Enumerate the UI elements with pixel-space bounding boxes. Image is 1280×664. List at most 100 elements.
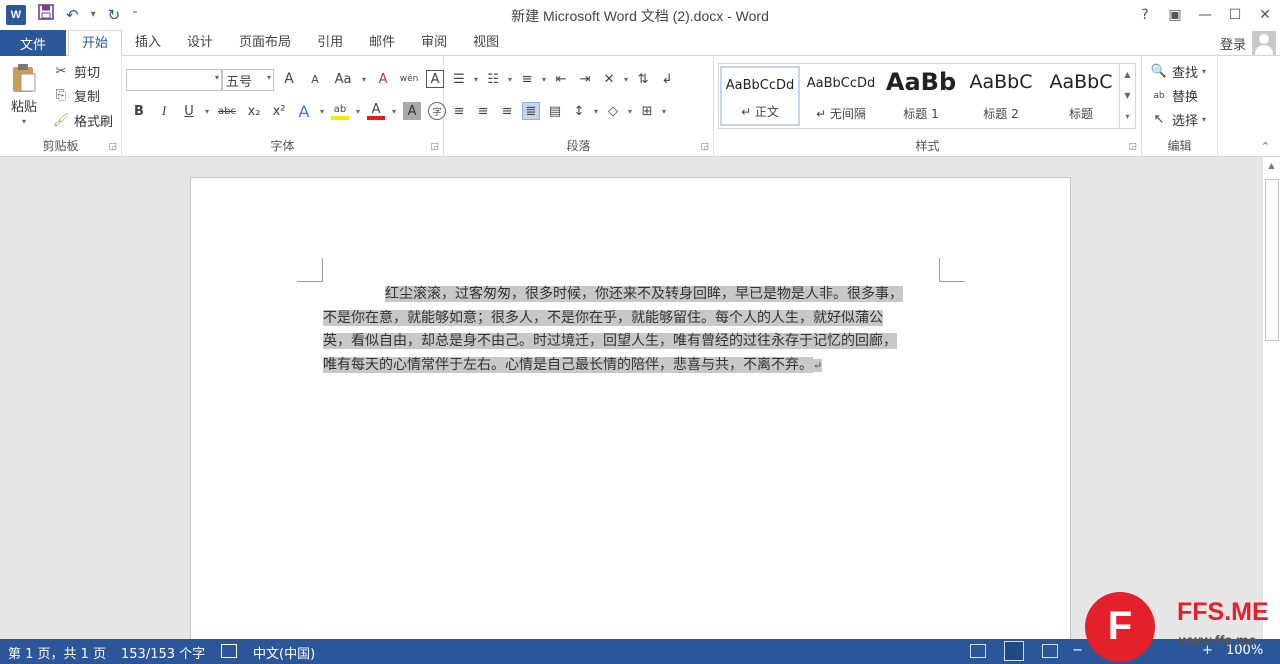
- cut-button[interactable]: ✂ 剪切: [52, 62, 100, 81]
- sort-icon[interactable]: ⇅: [634, 70, 652, 88]
- scroll-thumb[interactable]: [1265, 179, 1279, 341]
- word-count[interactable]: 153/153 个字: [121, 643, 205, 662]
- borders-icon[interactable]: ⊞: [638, 102, 656, 120]
- replace-button[interactable]: ab 替换: [1150, 86, 1198, 105]
- text-effects-dropdown-icon[interactable]: ▾: [320, 107, 324, 116]
- select-button[interactable]: ↖ 选择 ▾: [1150, 110, 1206, 129]
- tab-file[interactable]: 文件: [0, 30, 66, 56]
- sign-in-link[interactable]: 登录: [1220, 34, 1246, 53]
- tab-insert[interactable]: 插入: [122, 30, 174, 56]
- change-case-dropdown-icon[interactable]: ▾: [362, 75, 366, 84]
- distributed-icon[interactable]: ▤: [546, 102, 564, 120]
- style-heading-1[interactable]: AaBb 标题 1: [881, 66, 961, 126]
- highlight-icon[interactable]: ab: [331, 102, 350, 120]
- highlight-dropdown-icon[interactable]: ▾: [356, 107, 360, 116]
- show-marks-icon[interactable]: ↲: [658, 70, 676, 88]
- page-count[interactable]: 第 1 页，共 1 页: [8, 643, 106, 662]
- zoom-out-button[interactable]: −: [1072, 643, 1083, 658]
- web-layout-icon[interactable]: [1042, 644, 1058, 658]
- vertical-scrollbar[interactable]: ▲: [1262, 157, 1280, 639]
- tab-review[interactable]: 审阅: [408, 30, 460, 56]
- paste-button[interactable]: 粘贴 ▾: [10, 62, 38, 126]
- bullets-dropdown-icon[interactable]: ▾: [474, 75, 478, 84]
- style-normal[interactable]: AaBbCcDd ↵ 正文: [720, 66, 800, 126]
- document-body[interactable]: 红尘滚滚，过客匆匆，很多时候，你还来不及转身回眸，早已是物是人非。很多事， 不是…: [323, 283, 939, 377]
- underline-icon[interactable]: U: [180, 102, 198, 120]
- print-layout-icon[interactable]: [1004, 641, 1024, 661]
- find-dropdown-icon[interactable]: ▾: [1202, 67, 1206, 76]
- style-title[interactable]: AaBbC 标题: [1041, 66, 1121, 126]
- superscript-icon[interactable]: x²: [270, 102, 288, 120]
- read-mode-icon[interactable]: [970, 644, 986, 658]
- borders-dropdown-icon[interactable]: ▾: [662, 107, 666, 116]
- format-painter-button[interactable]: 🖌 格式刷: [52, 111, 113, 130]
- italic-icon[interactable]: I: [155, 102, 173, 120]
- align-right-icon[interactable]: ≡: [498, 102, 516, 120]
- tab-view[interactable]: 视图: [460, 30, 512, 56]
- tab-page-layout[interactable]: 页面布局: [226, 30, 304, 56]
- tab-references[interactable]: 引用: [304, 30, 356, 56]
- gallery-up-icon[interactable]: ▲: [1120, 64, 1135, 85]
- tab-design[interactable]: 设计: [174, 30, 226, 56]
- subscript-icon[interactable]: x₂: [245, 102, 263, 120]
- multilevel-dropdown-icon[interactable]: ▾: [542, 75, 546, 84]
- align-center-icon[interactable]: ≡: [474, 102, 492, 120]
- bold-icon[interactable]: B: [130, 102, 148, 120]
- font-color-icon[interactable]: A: [367, 102, 386, 120]
- find-button[interactable]: 🔍 查找 ▾: [1150, 62, 1206, 81]
- numbering-dropdown-icon[interactable]: ▾: [508, 75, 512, 84]
- tab-home[interactable]: 开始: [68, 30, 123, 57]
- shrink-font-icon[interactable]: A: [306, 70, 324, 88]
- align-left-icon[interactable]: ≡: [450, 102, 468, 120]
- gallery-down-icon[interactable]: ▼: [1120, 85, 1135, 106]
- font-name-combo[interactable]: ▾: [126, 69, 222, 91]
- font-size-combo[interactable]: 五号 ▾: [222, 69, 274, 91]
- numbering-icon[interactable]: ☷: [484, 70, 502, 88]
- font-color-dropdown-icon[interactable]: ▾: [392, 107, 396, 116]
- paragraph-launcher-icon[interactable]: ◲: [700, 142, 709, 152]
- shading-dropdown-icon[interactable]: ▾: [628, 107, 632, 116]
- avatar[interactable]: [1252, 31, 1276, 55]
- chinese-layout-icon[interactable]: ✕: [600, 70, 618, 88]
- minimize-button[interactable]: —: [1190, 0, 1220, 30]
- paste-dropdown-icon[interactable]: ▾: [22, 117, 26, 126]
- style-heading-2[interactable]: AaBbC 标题 2: [961, 66, 1041, 126]
- language[interactable]: 中文(中国): [253, 643, 315, 662]
- help-button[interactable]: ?: [1130, 0, 1160, 30]
- bullets-icon[interactable]: ☰: [450, 70, 468, 88]
- text-effects-icon[interactable]: A: [295, 102, 313, 121]
- font-launcher-icon[interactable]: ◲: [430, 142, 439, 152]
- font-size-dropdown-icon[interactable]: ▾: [267, 73, 271, 82]
- character-border-icon[interactable]: A: [426, 70, 445, 88]
- ribbon-display-options-icon[interactable]: ▣: [1160, 0, 1190, 30]
- phonetic-guide-icon[interactable]: wén: [400, 70, 419, 88]
- decrease-indent-icon[interactable]: ⇤: [552, 70, 570, 88]
- justify-icon[interactable]: ≣: [522, 102, 540, 120]
- tab-mailings[interactable]: 邮件: [356, 30, 408, 56]
- strikethrough-icon[interactable]: abc: [216, 102, 238, 120]
- proofing-icon[interactable]: [221, 644, 237, 658]
- chinese-layout-dropdown-icon[interactable]: ▾: [624, 75, 628, 84]
- line-spacing-icon[interactable]: ↕: [570, 102, 588, 120]
- gallery-more-icon[interactable]: ▾: [1120, 106, 1135, 127]
- font-name-dropdown-icon[interactable]: ▾: [215, 73, 219, 82]
- increase-indent-icon[interactable]: ⇥: [576, 70, 594, 88]
- maximize-button[interactable]: ☐: [1220, 0, 1250, 30]
- change-case-icon[interactable]: Aa: [332, 70, 354, 88]
- multilevel-list-icon[interactable]: ≡: [518, 70, 536, 88]
- select-dropdown-icon[interactable]: ▾: [1202, 115, 1206, 124]
- collapse-ribbon-icon[interactable]: ⌃: [1261, 140, 1270, 153]
- scroll-up-icon[interactable]: ▲: [1263, 157, 1280, 175]
- styles-launcher-icon[interactable]: ◲: [1128, 142, 1137, 152]
- close-button[interactable]: ✕: [1250, 0, 1280, 30]
- shading-icon[interactable]: ◇: [604, 102, 622, 120]
- clear-formatting-icon[interactable]: A: [374, 70, 392, 88]
- style-no-spacing[interactable]: AaBbCcDd ↵ 无间隔: [801, 66, 881, 126]
- underline-dropdown-icon[interactable]: ▾: [205, 107, 209, 116]
- line-spacing-dropdown-icon[interactable]: ▾: [594, 107, 598, 116]
- grow-font-icon[interactable]: A: [280, 70, 298, 88]
- document-page[interactable]: 红尘滚滚，过客匆匆，很多时候，你还来不及转身回眸，早已是物是人非。很多事， 不是…: [190, 177, 1071, 647]
- character-shading-icon[interactable]: A: [403, 102, 422, 120]
- clipboard-launcher-icon[interactable]: ◲: [108, 142, 117, 152]
- copy-button[interactable]: ⎘ 复制: [52, 86, 100, 105]
